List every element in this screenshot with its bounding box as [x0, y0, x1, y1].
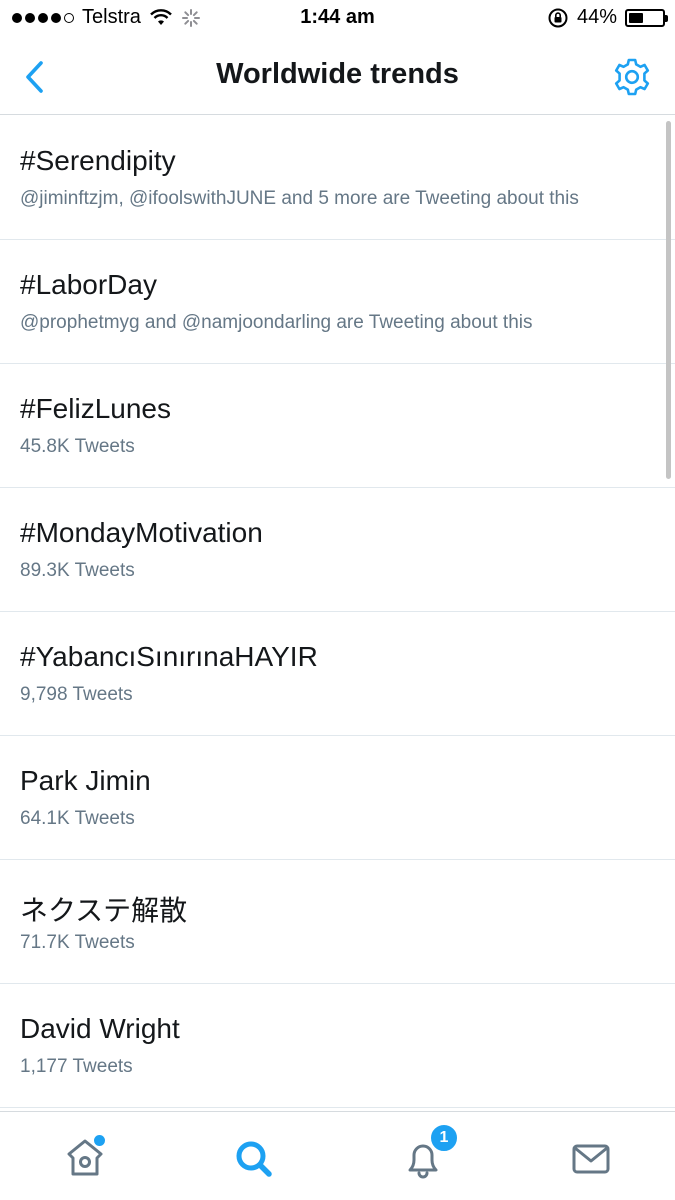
search-tab[interactable] — [223, 1128, 283, 1188]
status-right: 44% — [547, 6, 668, 29]
trend-tweet-info: @jiminftzjm, @ifoolswithJUNE and 5 more … — [20, 188, 579, 209]
home-tab[interactable] — [55, 1128, 115, 1188]
trend-tweet-info: @prophetmyg and @namjoondarling are Twee… — [20, 312, 533, 333]
trend-item[interactable]: David Wright 1,177 Tweets — [0, 984, 675, 1108]
page-title: Worldwide trends — [216, 58, 459, 90]
trend-name: #Serendipity — [20, 145, 176, 176]
trend-item[interactable]: #FelizLunes 45.8K Tweets — [0, 364, 675, 488]
trend-tweet-info: 45.8K Tweets — [20, 436, 135, 457]
notifications-tab[interactable]: 1 — [393, 1123, 459, 1188]
messages-tab[interactable] — [561, 1128, 621, 1188]
trend-name: #YabancıSınırınaHAYIR — [20, 641, 318, 672]
trend-name: ネクステ解散 — [20, 895, 188, 926]
tab-bar: 1 — [0, 1111, 675, 1200]
battery-percent: 44% — [576, 6, 617, 28]
rotation-lock-icon — [548, 8, 568, 27]
trend-item[interactable]: Park Jimin 64.1K Tweets — [0, 736, 675, 860]
trend-item[interactable]: ネクステ解散 71.7K Tweets — [0, 860, 675, 984]
trend-item[interactable]: #LaborDay @prophetmyg and @namjoondarlin… — [0, 240, 675, 364]
navigation-bar: Worldwide trends — [0, 38, 675, 115]
battery-icon — [625, 8, 668, 27]
trend-tweet-info: 1,177 Tweets — [20, 1056, 133, 1077]
trend-tweet-info: 64.1K Tweets — [20, 808, 135, 829]
messages-icon — [572, 1144, 610, 1174]
search-icon — [236, 1141, 272, 1177]
trend-name: David Wright — [20, 1013, 180, 1044]
notification-count-badge: 1 — [429, 1123, 459, 1153]
trend-item[interactable]: #MondayMotivation 89.3K Tweets — [0, 488, 675, 612]
scrollbar[interactable] — [666, 121, 671, 479]
home-icon — [67, 1139, 103, 1176]
trends-list: #Serendipity @jiminftzjm, @ifoolswithJUN… — [0, 116, 675, 1111]
trend-item[interactable]: #Serendipity @jiminftzjm, @ifoolswithJUN… — [0, 116, 675, 240]
trend-name: #LaborDay — [20, 269, 157, 300]
trend-name: #FelizLunes — [20, 393, 171, 424]
trend-tweet-info: 71.7K Tweets — [20, 932, 135, 953]
trend-item[interactable]: #YabancıSınırınaHAYIR 9,798 Tweets — [0, 612, 675, 736]
trend-name: Park Jimin — [20, 765, 151, 796]
trend-tweet-info: 9,798 Tweets — [20, 684, 133, 705]
status-bar: Telstra 1:44 am 44% — [0, 0, 675, 38]
home-new-indicator — [94, 1135, 105, 1146]
settings-button[interactable] — [611, 56, 653, 98]
trend-name: #MondayMotivation — [20, 517, 263, 548]
trend-tweet-info: 89.3K Tweets — [20, 560, 135, 581]
